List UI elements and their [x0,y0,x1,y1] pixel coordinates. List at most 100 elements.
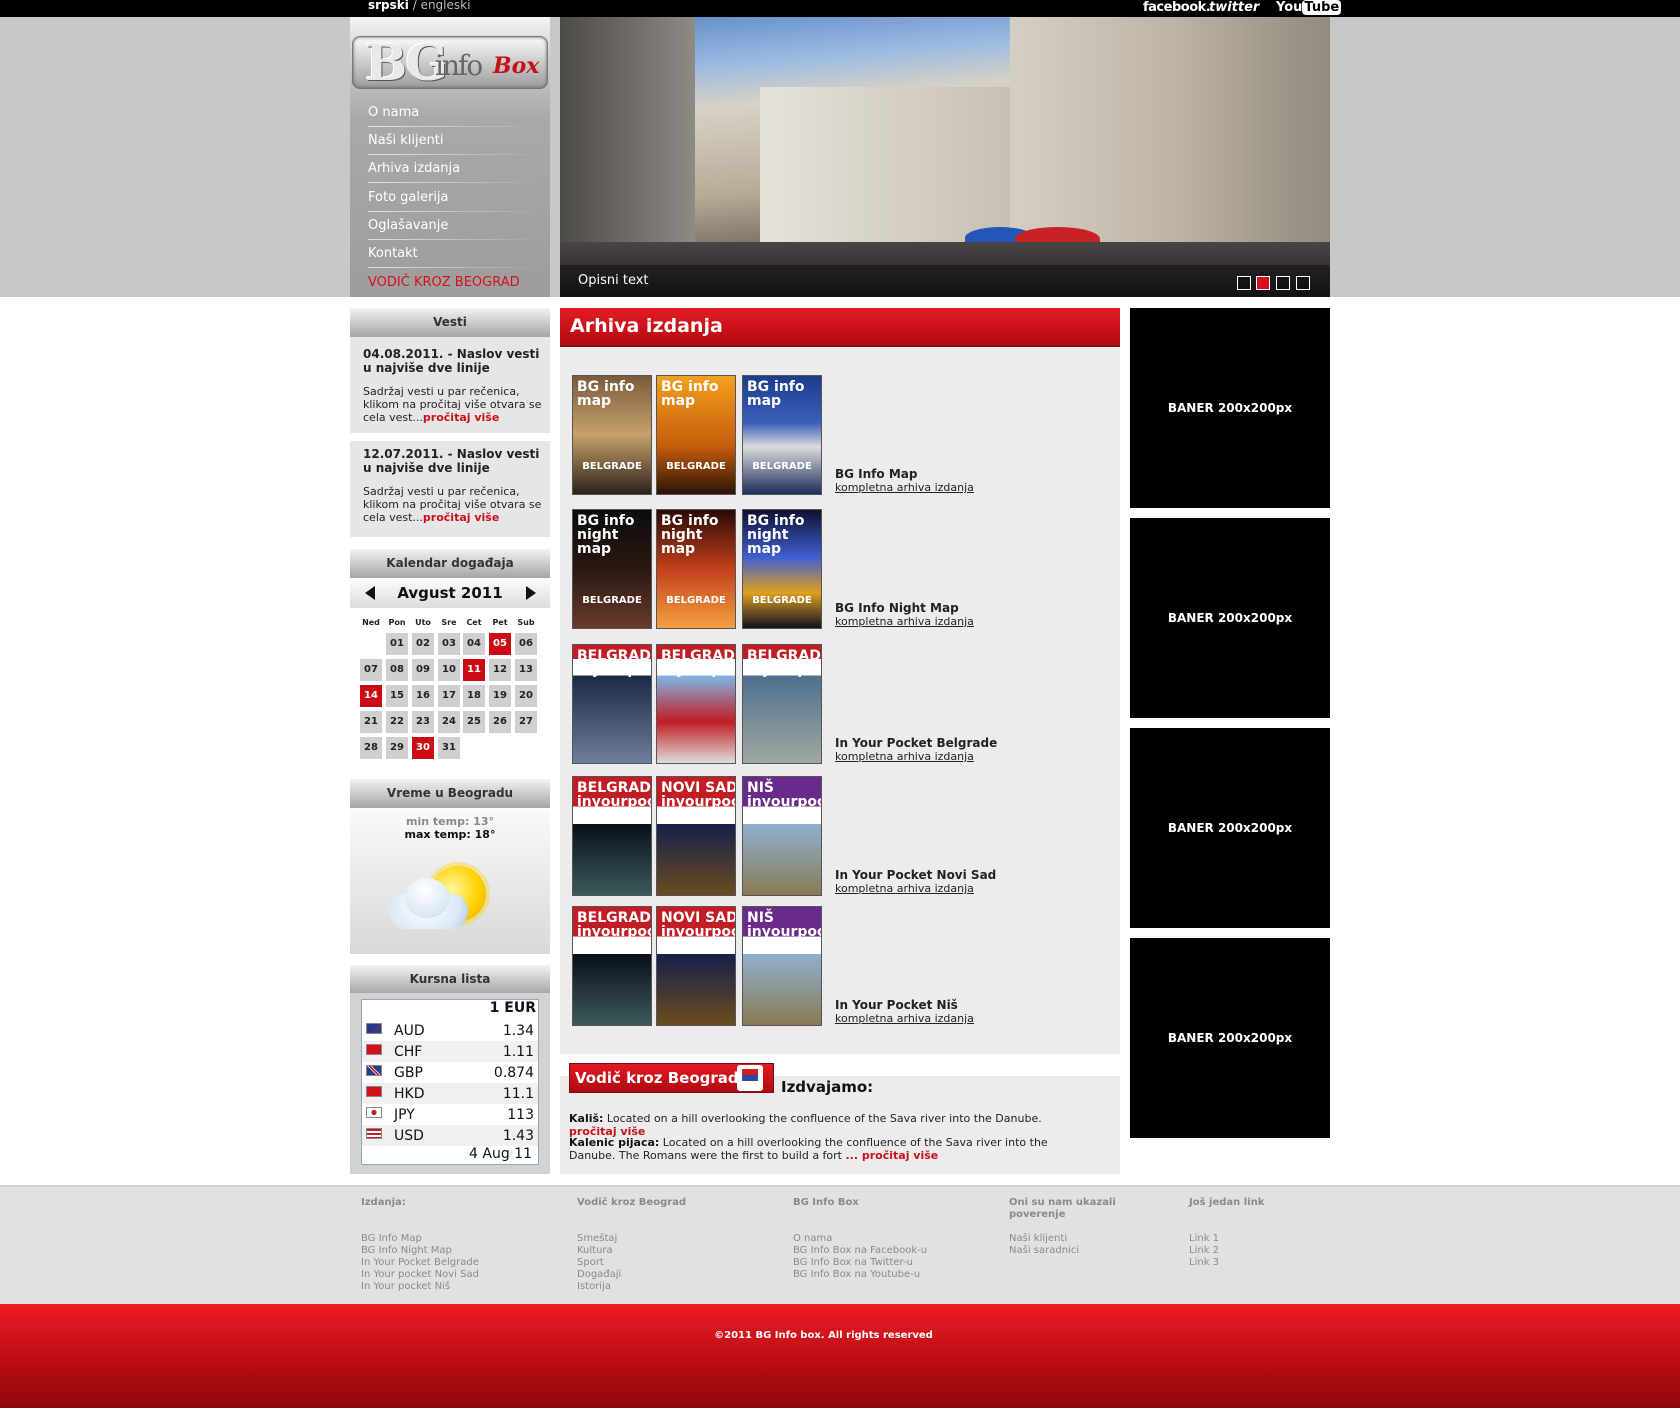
ad-banner[interactable]: BANER 200x200px [1130,728,1330,928]
footer-link[interactable]: Link 3 [1189,1257,1369,1269]
nav-kontakt[interactable]: Kontakt [368,240,540,268]
publication-cover[interactable]: BELGRADE inyourpocket [572,644,652,764]
currency-date: 4 Aug 11 [469,1146,532,1162]
footer-link[interactable]: BG Info Night Map [361,1245,541,1257]
slide-dot-1[interactable] [1237,276,1251,290]
read-more-link[interactable]: pročitaj više [423,511,499,524]
archive-link[interactable]: kompletna arhiva izdanja [835,1012,974,1025]
calendar-day-event[interactable]: 05 [489,633,511,655]
slide-dot-2[interactable] [1256,276,1270,290]
calendar-day[interactable]: 19 [489,685,511,707]
calendar-day[interactable]: 07 [360,659,382,681]
archive-link[interactable]: kompletna arhiva izdanja [835,882,974,895]
publication-cover[interactable]: BG info map BELGRADE [656,375,736,495]
calendar-day[interactable]: 18 [463,685,485,707]
archive-link[interactable]: kompletna arhiva izdanja [835,481,974,494]
publication-cover[interactable]: BELGRADE inyourpocket [656,644,736,764]
calendar-day[interactable]: 23 [412,711,434,733]
calendar-day[interactable]: 27 [515,711,537,733]
calendar-day-event[interactable]: 14 [360,685,382,707]
calendar-day[interactable]: 02 [412,633,434,655]
calendar-day[interactable]: 26 [489,711,511,733]
site-logo[interactable]: BG info Box [352,36,548,89]
calendar-day[interactable]: 21 [360,711,382,733]
calendar-day[interactable]: 03 [438,633,460,655]
publication-cover[interactable]: BG info map BELGRADE [572,375,652,495]
footer-link[interactable]: Sport [577,1257,757,1269]
publication-cover[interactable]: BG info night map BELGRADE [572,509,652,629]
calendar-day-event[interactable]: 30 [412,737,434,759]
publication-cover[interactable]: NIŠ inyourpocket [742,776,822,896]
nav-vodic-kroz-beograd[interactable]: VODIČ KROZ BEOGRAD [368,269,540,297]
currency-value: 113 [507,1107,534,1123]
footer-link[interactable]: In Your Pocket Belgrade [361,1257,541,1269]
calendar-day[interactable]: 15 [386,685,408,707]
calendar-day[interactable]: 17 [438,685,460,707]
lang-english-link[interactable]: engleski [421,0,471,12]
facebook-link[interactable]: facebook. [1143,0,1211,17]
footer-link[interactable]: BG Info Box na Youtube-u [793,1269,973,1281]
lang-serbian-link[interactable]: srpski [368,0,409,12]
slide-dot-3[interactable] [1276,276,1290,290]
calendar-day-event[interactable]: 11 [463,659,485,681]
news-title[interactable]: 04.08.2011. - Naslov vesti u najviše dve… [363,347,543,375]
publication-cover[interactable]: NOVI SAD inyourpocket [656,776,736,896]
publication-cover[interactable]: BELGRADE inyourpocket [572,776,652,896]
footer-link[interactable]: Događaji [577,1269,757,1281]
calendar-next-arrow-icon[interactable] [526,586,536,600]
archive-link[interactable]: kompletna arhiva izdanja [835,615,974,628]
publication-cover[interactable]: BELGRADE inyourpocket [572,906,652,1026]
read-more-link[interactable]: ... pročitaj više [846,1149,939,1162]
calendar-day[interactable]: 16 [412,685,434,707]
youtube-link[interactable]: You Tube [1276,0,1342,17]
footer-link[interactable]: Kultura [577,1245,757,1257]
footer-link[interactable]: Link 1 [1189,1233,1369,1245]
footer-link[interactable]: Smeštaj [577,1233,757,1245]
calendar-day[interactable]: 10 [438,659,460,681]
ad-banner[interactable]: BANER 200x200px [1130,938,1330,1138]
cover-brand: BG info night map [577,513,635,557]
archive-link[interactable]: kompletna arhiva izdanja [835,750,974,763]
publication-cover[interactable]: BG info night map BELGRADE [742,509,822,629]
ad-banner[interactable]: BANER 200x200px [1130,518,1330,718]
footer-link[interactable]: BG Info Map [361,1233,541,1245]
nav-nasi-klijenti[interactable]: Naši klijenti [368,127,540,155]
calendar-day[interactable]: 09 [412,659,434,681]
footer-link[interactable]: Naši klijenti [1009,1233,1129,1245]
calendar-day[interactable]: 22 [386,711,408,733]
nav-arhiva-izdanja[interactable]: Arhiva izdanja [368,155,540,183]
footer-link[interactable]: Naši saradnici [1009,1245,1129,1257]
nav-o-nama[interactable]: O nama [368,99,540,127]
calendar-day[interactable]: 06 [515,633,537,655]
nav-foto-galerija[interactable]: Foto galerija [368,184,540,212]
calendar-day[interactable]: 08 [386,659,408,681]
publication-cover[interactable]: NIŠ inyourpocket [742,906,822,1026]
read-more-link[interactable]: pročitaj više [423,411,499,424]
twitter-link[interactable]: twitter [1209,0,1259,17]
ad-banner[interactable]: BANER 200x200px [1130,308,1330,508]
footer-link[interactable]: In Your pocket Novi Sad [361,1269,541,1281]
calendar-day[interactable]: 01 [386,633,408,655]
slide-dot-4[interactable] [1296,276,1310,290]
calendar-day[interactable]: 24 [438,711,460,733]
calendar-day[interactable]: 13 [515,659,537,681]
footer-link[interactable]: O nama [793,1233,973,1245]
calendar-day[interactable]: 04 [463,633,485,655]
calendar-day[interactable]: 12 [489,659,511,681]
footer-link[interactable]: Istorija [577,1281,757,1293]
footer-link[interactable]: BG Info Box na Twitter-u [793,1257,973,1269]
calendar-day[interactable]: 29 [386,737,408,759]
footer-link[interactable]: Link 2 [1189,1245,1369,1257]
publication-cover[interactable]: NOVI SAD inyourpocket [656,906,736,1026]
footer-link[interactable]: BG Info Box na Facebook-u [793,1245,973,1257]
news-title[interactable]: 12.07.2011. - Naslov vesti u najviše dve… [363,447,543,475]
footer-link[interactable]: In Your pocket Niš [361,1281,541,1293]
nav-oglasavanje[interactable]: Oglašavanje [368,212,540,240]
publication-cover[interactable]: BG info night map BELGRADE [656,509,736,629]
calendar-day[interactable]: 20 [515,685,537,707]
publication-cover[interactable]: BG info map BELGRADE [742,375,822,495]
calendar-day[interactable]: 28 [360,737,382,759]
publication-cover[interactable]: BELGRADE inyourpocket [742,644,822,764]
calendar-day[interactable]: 25 [463,711,485,733]
calendar-day[interactable]: 31 [438,737,460,759]
